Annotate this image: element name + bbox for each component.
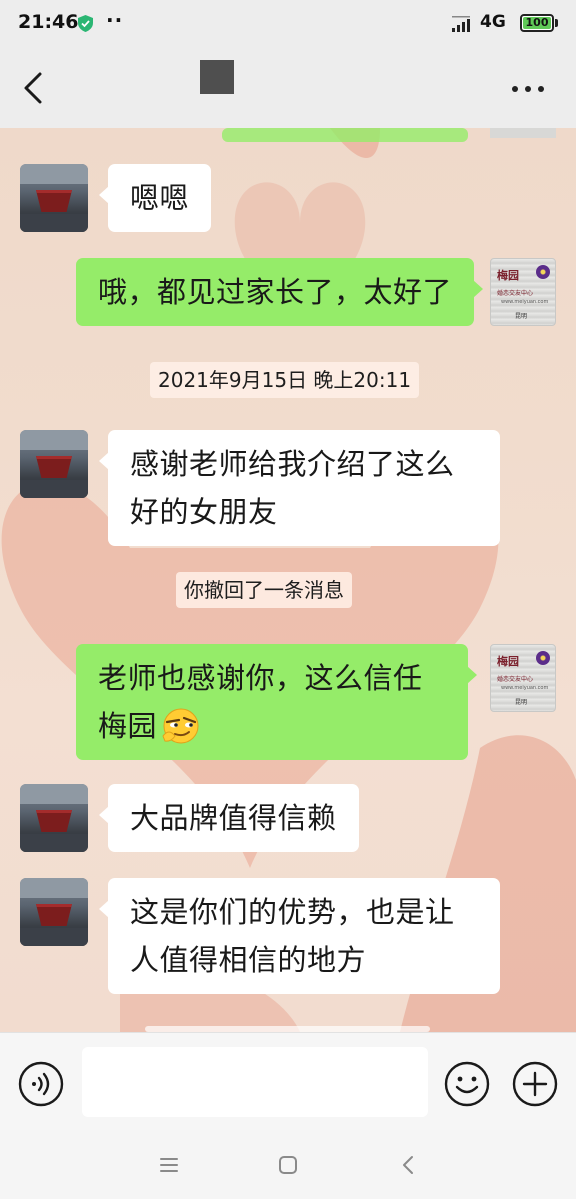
message-bubble-received[interactable]: 嗯嗯 (98, 164, 212, 232)
plus-icon[interactable] (512, 1061, 558, 1107)
message-bubble-received[interactable]: 这是你们的优势，也是让 人值得相信的地方 (99, 878, 500, 994)
contact-avatar[interactable] (20, 430, 88, 498)
self-avatar[interactable]: 梅园 婚恋交友中心 www.meiyuan.com 昆明 (490, 644, 556, 712)
avatar-tag: 昆明 (515, 313, 528, 320)
signal-icon (452, 16, 470, 32)
avatar-ground (20, 214, 88, 232)
avatar-sky (20, 784, 88, 804)
avatar-ground (20, 834, 88, 852)
smiley-icon[interactable] (444, 1061, 490, 1107)
avatar-sky (20, 430, 88, 450)
voice-icon[interactable] (18, 1061, 64, 1107)
avatar-ground (20, 928, 88, 946)
avatar-pavilion (36, 810, 72, 832)
message-text-line: 梅园 (98, 702, 446, 750)
message-input-bar (0, 1032, 576, 1130)
avatar-tag: 昆明 (515, 699, 528, 706)
avatar-pavilion (36, 904, 72, 926)
contact-avatar[interactable] (20, 164, 88, 232)
avatar-sky (20, 878, 88, 898)
battery-cap (555, 19, 558, 27)
message-text-line: 这是你们的优势，也是让 (130, 895, 455, 929)
dot (512, 86, 518, 92)
message-bubble-sent[interactable]: 哦，都见过家长了，太好了 (76, 258, 484, 326)
more-options-icon[interactable] (506, 70, 550, 106)
avatar-website: www.meiyuan.com (501, 299, 549, 305)
timestamp-label: 2021年9月15日 晚上20:11 (150, 362, 420, 398)
message-text-fragment: 梅园 (98, 709, 158, 743)
recall-notice: 你撤回了一条消息 (176, 572, 352, 608)
contact-avatar[interactable] (20, 878, 88, 946)
message-text-input[interactable] (82, 1047, 428, 1117)
contact-avatar[interactable] (20, 784, 88, 852)
message-bubble-received[interactable]: 大品牌值得信赖 (99, 784, 359, 852)
status-time: 21:46 (18, 11, 79, 33)
message-text-line: 人值得相信的地方 (130, 943, 367, 977)
message-text: 嗯嗯 (130, 181, 190, 215)
timestamp-text: 2021年9月15日 晚上20:11 (158, 368, 412, 392)
message-text: 大品牌值得信赖 (130, 801, 337, 835)
dot (525, 86, 531, 92)
flower-logo-icon (536, 651, 550, 665)
avatar-website: www.meiyuan.com (501, 685, 549, 691)
message-text-line: 好的女朋友 (130, 495, 278, 529)
message-bubble-received[interactable]: 感谢老师给我介绍了这么 好的女朋友 (99, 430, 500, 546)
chat-message-list[interactable]: 嗯嗯 哦，都见过家长了，太好了 梅园 婚恋交友中心 www.meiyuan.co… (0, 128, 576, 1032)
chat-header (0, 46, 576, 128)
notification-dots: ·· (106, 8, 124, 32)
system-navigation-bar (0, 1130, 576, 1199)
avatar-ground (20, 480, 88, 498)
network-type: 4G (480, 12, 506, 32)
home-icon[interactable] (273, 1150, 303, 1180)
network-label: 4G (480, 12, 506, 32)
system-back-icon[interactable] (394, 1150, 424, 1180)
back-arrow-icon[interactable] (14, 66, 54, 110)
message-text-line: 感谢老师给我介绍了这么 (130, 447, 455, 481)
battery-level: 100 (523, 17, 551, 29)
flower-logo-icon (536, 265, 550, 279)
battery-icon: 100 (520, 14, 554, 32)
avatar-pavilion (36, 456, 72, 478)
self-avatar[interactable]: 梅园 婚恋交友中心 www.meiyuan.com 昆明 (490, 258, 556, 326)
shield-icon (78, 15, 93, 32)
menu-icon[interactable] (154, 1150, 184, 1180)
avatar-brand: 梅园 (497, 655, 519, 668)
avatar-subtitle: 婚恋交友中心 (497, 290, 534, 297)
avatar-subtitle: 婚恋交友中心 (497, 676, 534, 683)
message-text-line: 老师也感谢你，这么信任 (98, 661, 423, 695)
status-bar: 21:46 ·· 4G 100 (0, 0, 576, 46)
avatar-sky (20, 164, 88, 184)
avatar-pavilion (36, 190, 72, 212)
avatar-brand: 梅园 (497, 269, 519, 282)
smirk-face-emoji-icon (162, 708, 199, 744)
recall-text: 你撤回了一条消息 (184, 578, 344, 602)
message-text: 哦，都见过家长了，太好了 (98, 275, 453, 309)
message-bubble-sent[interactable]: 老师也感谢你，这么信任 梅园 (76, 644, 477, 760)
dot (538, 86, 544, 92)
contact-name-redacted (200, 60, 234, 94)
